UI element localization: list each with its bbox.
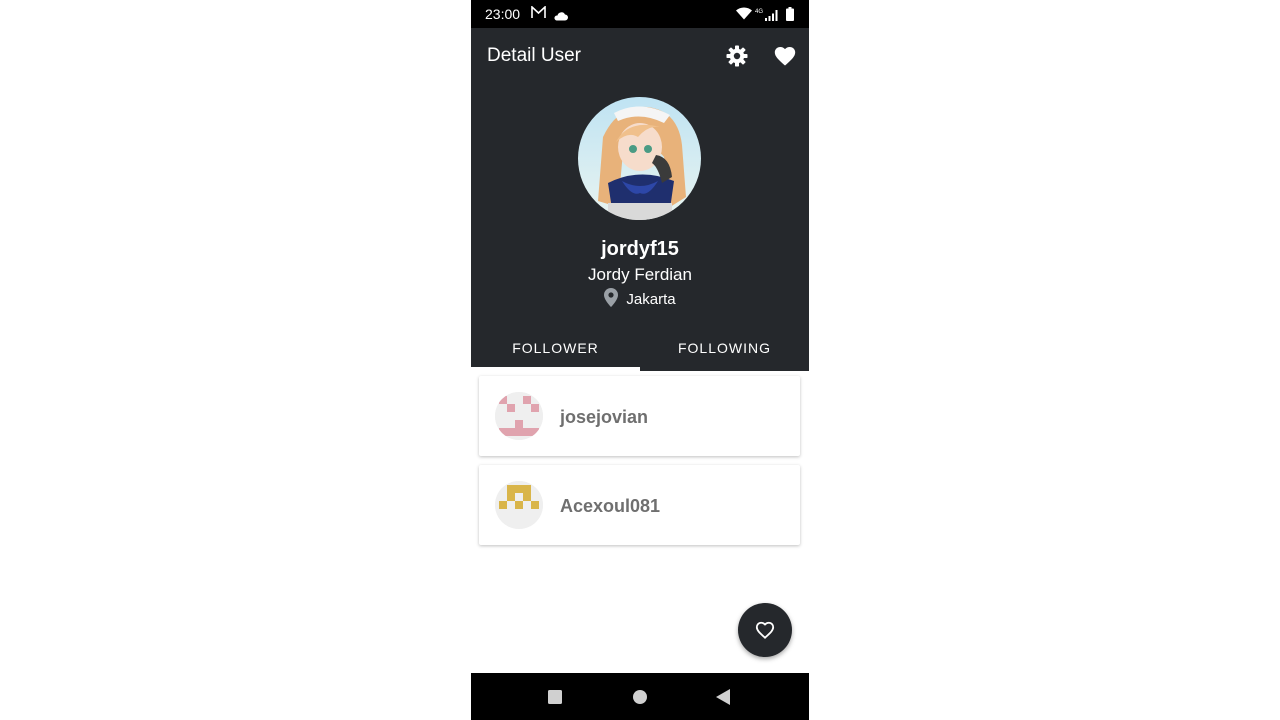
profile-full-name: Jordy Ferdian — [588, 265, 692, 284]
settings-icon[interactable] — [725, 44, 749, 68]
list-item[interactable]: josejovian — [479, 376, 800, 456]
cloud-icon — [553, 8, 568, 24]
tab-bar: FOLLOWER FOLLOWING — [471, 334, 809, 371]
tab-indicator — [471, 367, 640, 371]
tab-follower[interactable]: FOLLOWER — [471, 334, 640, 371]
battery-icon — [786, 7, 794, 24]
user-avatar — [495, 392, 543, 440]
status-time: 23:00 — [485, 6, 521, 22]
profile-avatar — [578, 97, 701, 220]
status-bar: 23:00 4G — [471, 0, 809, 28]
profile-header: Detail User jordyf15 Jordy Ferdian Jakar… — [471, 28, 809, 371]
gmail-icon — [531, 5, 546, 22]
profile-location: Jakarta — [471, 288, 809, 311]
user-login: josejovian — [560, 407, 649, 427]
phone-screen: 23:00 4G Detail User jordyf15 Jordy Ferd… — [471, 0, 809, 720]
tab-following[interactable]: FOLLOWING — [640, 334, 809, 371]
wifi-icon — [736, 7, 752, 23]
heart-outline-icon — [755, 621, 775, 639]
favorite-icon[interactable] — [773, 44, 797, 68]
list-item[interactable]: Acexoul081 — [479, 465, 800, 545]
user-login: Acexoul081 — [560, 496, 661, 516]
app-bar-title: Detail User — [487, 45, 581, 66]
profile-username: jordyf15 — [601, 238, 679, 260]
profile-location-text: Jakarta — [626, 291, 676, 308]
signal-icon — [765, 8, 779, 24]
network-4g-icon: 4G — [755, 9, 764, 15]
home-icon[interactable] — [633, 690, 647, 709]
back-icon[interactable] — [716, 689, 730, 710]
recents-icon[interactable] — [548, 690, 562, 709]
location-pin-icon — [604, 288, 619, 311]
favorite-fab-button[interactable] — [738, 603, 792, 657]
system-nav-bar — [471, 673, 809, 720]
user-avatar — [495, 481, 543, 529]
